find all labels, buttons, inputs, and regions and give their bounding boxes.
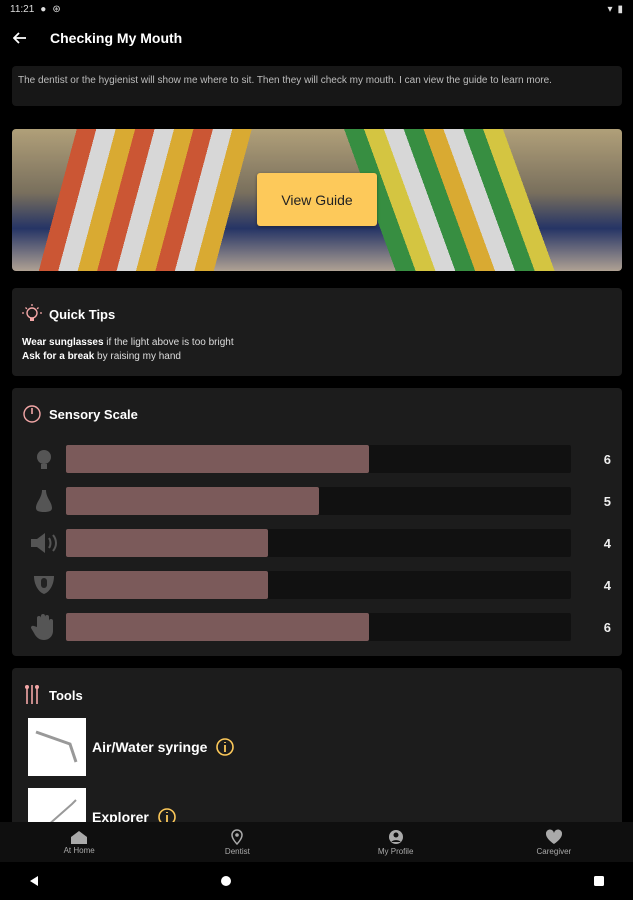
tool-item[interactable]: Air/Water syringe (22, 718, 612, 776)
scale-track (66, 571, 571, 599)
scale-row-sound: 4 (22, 522, 612, 564)
hand-touch-icon (31, 614, 53, 640)
scale-track (66, 445, 571, 473)
lightbulb-icon (22, 304, 42, 321)
speaker-icon (31, 533, 57, 553)
scale-value: 6 (603, 619, 611, 635)
notification-icon: ● (40, 3, 47, 15)
scale-bar (66, 529, 268, 557)
nav-item-caregiver[interactable]: Caregiver (475, 822, 633, 862)
scale-bar (66, 445, 369, 473)
page-title: Checking My Mouth (50, 30, 183, 46)
battery-icon: ▮ (617, 3, 623, 15)
status-time: 11:21 (10, 3, 35, 15)
heart-hands-icon (545, 828, 562, 844)
quick-tips-card: Quick Tips Wear sunglasses if the light … (12, 288, 622, 376)
intro-text: The dentist or the hygienist will show m… (18, 75, 552, 86)
quick-tips-title: Quick Tips (49, 306, 116, 322)
scale-track (66, 529, 571, 557)
dental-tools-icon (25, 685, 39, 704)
tools-card: Tools Air/Water syringe Explorer (12, 668, 622, 828)
tool-image (28, 718, 86, 776)
nav-label: My Profile (377, 846, 414, 856)
tools-title: Tools (49, 687, 83, 703)
scale-bar (66, 571, 268, 599)
nav-label: At Home (63, 845, 95, 855)
scale-bar (66, 487, 319, 515)
system-navigation-bar (0, 862, 633, 900)
sync-icon: ⊛ (52, 3, 61, 15)
profile-icon (388, 829, 403, 844)
sensory-scale-card: Sensory Scale 6 5 4 4 6 (12, 388, 622, 656)
nose-icon (36, 490, 52, 512)
scale-value: 4 (603, 535, 611, 551)
nav-item-at-home[interactable]: At Home (0, 822, 158, 862)
nav-label: Dentist (224, 846, 250, 856)
tip-line: Ask for a break by raising my hand (22, 351, 181, 362)
system-home-icon[interactable] (220, 875, 232, 887)
scale-row-light: 6 (22, 438, 612, 480)
nav-label: Caregiver (536, 846, 572, 856)
scale-track (66, 613, 571, 641)
mouth-taste-icon (34, 576, 54, 594)
main-content: The dentist or the hygienist will show m… (12, 66, 622, 828)
scale-value: 4 (603, 577, 611, 593)
hero-banner: View Guide (12, 129, 622, 271)
intro-card: The dentist or the hygienist will show m… (12, 66, 622, 106)
sensory-scale-title: Sensory Scale (49, 406, 138, 422)
status-bar: 11:21 ● ⊛ ▾ ▮ (0, 0, 633, 18)
scale-value: 5 (603, 493, 611, 509)
back-button[interactable] (0, 18, 40, 58)
nav-item-dentist[interactable]: Dentist (158, 822, 316, 862)
gauge-icon (23, 405, 41, 423)
system-back-icon[interactable] (28, 875, 40, 887)
bottom-navigation: At Home Dentist My Profile Caregiver (0, 822, 633, 862)
home-icon (71, 830, 88, 844)
scale-track (66, 487, 571, 515)
scale-row-touch: 6 (22, 606, 612, 648)
scale-value: 6 (603, 451, 611, 467)
scale-bar (66, 613, 369, 641)
location-pin-icon (231, 828, 244, 845)
arrow-left-icon (13, 32, 26, 44)
scale-row-taste: 4 (22, 564, 612, 606)
tool-name: Air/Water syringe (92, 739, 208, 755)
app-bar: Checking My Mouth (0, 18, 633, 58)
wifi-icon: ▾ (607, 3, 613, 15)
system-recents-icon[interactable] (593, 875, 605, 887)
view-guide-button[interactable]: View Guide (257, 173, 377, 226)
lightbulb-icon (37, 450, 51, 469)
nav-item-my-profile[interactable]: My Profile (317, 822, 475, 862)
scale-row-smell: 5 (22, 480, 612, 522)
info-icon[interactable] (215, 737, 235, 757)
tip-line: Wear sunglasses if the light above is to… (22, 337, 234, 348)
